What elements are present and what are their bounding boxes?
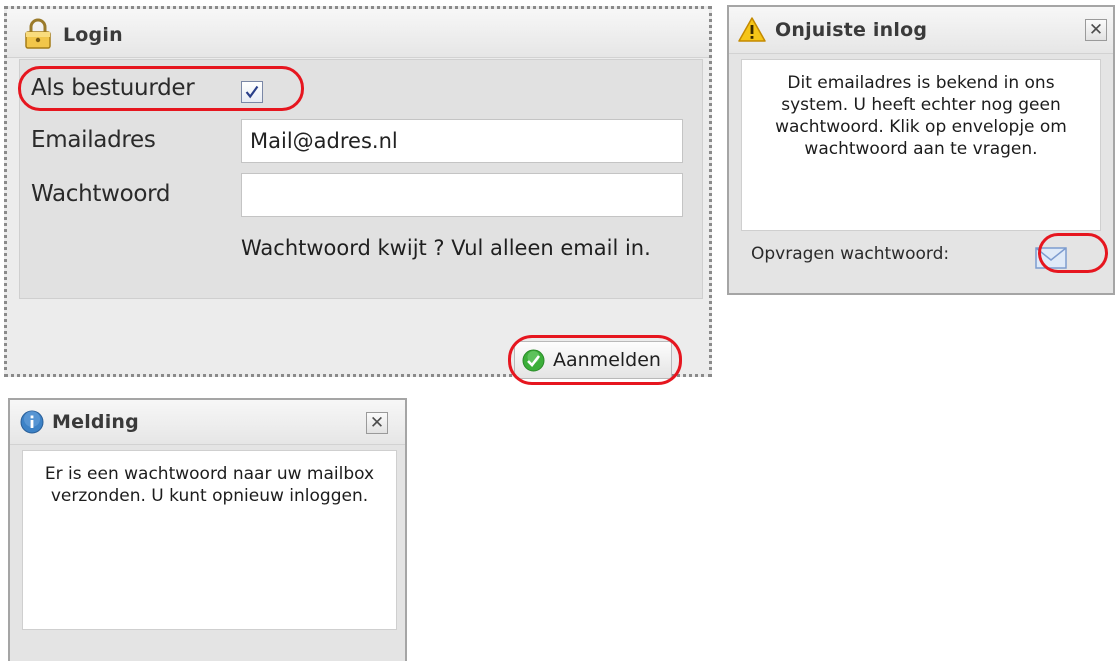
wrong-login-dialog: Onjuiste inlog ✕ Dit emailadres is beken… bbox=[727, 5, 1115, 295]
lock-icon bbox=[25, 18, 51, 49]
password-input[interactable] bbox=[241, 173, 683, 217]
notice-close-button[interactable]: ✕ bbox=[366, 412, 388, 434]
aanmelden-label: Aanmelden bbox=[553, 349, 661, 371]
notice-dialog: Melding ✕ Er is een wachtwoord naar uw m… bbox=[8, 398, 407, 661]
request-password-label: Opvragen wachtwoord: bbox=[751, 244, 950, 264]
login-window: Login Als bestuurder Emailadres Wachtwoo… bbox=[4, 6, 712, 377]
wrong-login-message: Dit emailadres is bekend in ons system. … bbox=[741, 59, 1101, 231]
wrong-login-close-button[interactable]: ✕ bbox=[1085, 19, 1107, 41]
wrong-login-title: Onjuiste inlog bbox=[775, 19, 928, 41]
info-icon bbox=[20, 410, 44, 434]
email-label: Emailadres bbox=[31, 127, 156, 153]
aanmelden-button[interactable]: Aanmelden bbox=[514, 341, 672, 379]
page: Login Als bestuurder Emailadres Wachtwoo… bbox=[0, 0, 1119, 661]
driver-checkbox[interactable] bbox=[241, 81, 263, 103]
driver-label: Als bestuurder bbox=[31, 75, 195, 101]
checkmark-icon bbox=[522, 349, 545, 372]
close-icon: ✕ bbox=[369, 413, 385, 433]
notice-header: Melding ✕ bbox=[10, 400, 405, 445]
login-title: Login bbox=[63, 24, 123, 46]
email-input[interactable] bbox=[241, 119, 683, 163]
envelope-icon[interactable] bbox=[1035, 247, 1067, 269]
warning-icon bbox=[738, 17, 766, 42]
login-header: Login bbox=[7, 9, 709, 58]
close-icon: ✕ bbox=[1088, 20, 1104, 40]
notice-title: Melding bbox=[52, 411, 139, 433]
forgot-password-hint: Wachtwoord kwijt ? Vul alleen email in. bbox=[241, 236, 651, 260]
password-label: Wachtwoord bbox=[31, 181, 171, 207]
checkbox-check-icon bbox=[245, 85, 259, 99]
notice-message: Er is een wachtwoord naar uw mailbox ver… bbox=[22, 450, 397, 630]
wrong-login-header: Onjuiste inlog ✕ bbox=[729, 7, 1113, 54]
